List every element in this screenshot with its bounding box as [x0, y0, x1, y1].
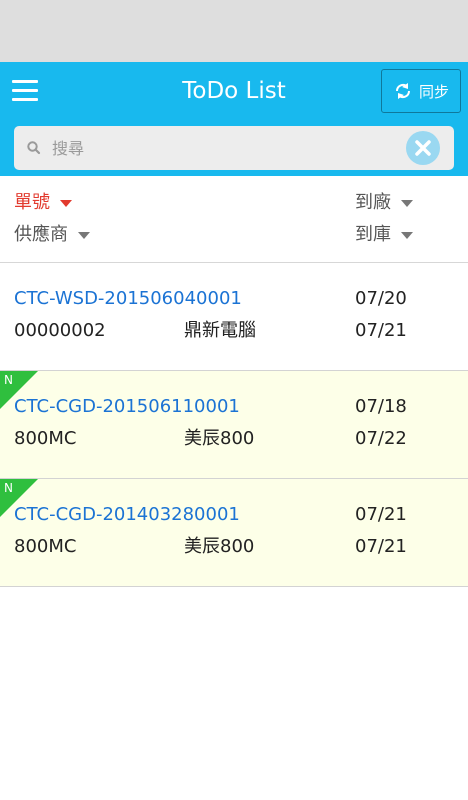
sort-desc-icon — [401, 199, 413, 207]
arrive-factory-date: 07/18 — [355, 396, 407, 417]
sync-button[interactable]: 同步 — [381, 69, 461, 113]
sort-supplier[interactable]: 供應商 — [14, 223, 90, 247]
sort-arrive-warehouse[interactable]: 到庫 — [355, 223, 413, 247]
sort-order-no-label: 單號 — [14, 192, 50, 213]
sort-desc-icon — [401, 231, 413, 239]
supplier-code: 800MC — [14, 536, 77, 557]
clear-search-button[interactable] — [406, 131, 440, 165]
sort-arrive-warehouse-label: 到庫 — [355, 224, 391, 245]
sort-desc-icon — [60, 199, 72, 207]
order-number: CTC-CGD-201403280001 — [14, 504, 240, 525]
close-icon — [415, 140, 431, 156]
new-badge-label: N — [4, 373, 13, 387]
sort-arrive-factory[interactable]: 到廠 — [355, 191, 413, 215]
arrive-warehouse-date: 07/21 — [355, 536, 407, 557]
sync-icon — [395, 83, 410, 99]
supplier-code: 00000002 — [14, 320, 106, 341]
search-input[interactable] — [52, 132, 402, 164]
supplier-name: 美辰800 — [184, 428, 255, 449]
search-bar — [14, 126, 454, 170]
sort-order-no[interactable]: 單號 — [14, 191, 72, 215]
sort-bar: 單號 供應商 到廠 到庫 — [0, 177, 468, 263]
sync-label: 同步 — [418, 82, 449, 101]
order-number: CTC-WSD-201506040001 — [14, 288, 242, 309]
list-item[interactable]: N CTC-CGD-201403280001 07/21 800MC 美辰800… — [0, 479, 468, 587]
supplier-code: 800MC — [14, 428, 77, 449]
sort-desc-icon — [78, 231, 90, 239]
arrive-warehouse-date: 07/22 — [355, 428, 407, 449]
arrive-factory-date: 07/20 — [355, 288, 407, 309]
status-bar — [0, 0, 468, 62]
list-item[interactable]: CTC-WSD-201506040001 07/20 00000002 鼎新電腦… — [0, 263, 468, 371]
supplier-name: 鼎新電腦 — [184, 320, 256, 341]
arrive-factory-date: 07/21 — [355, 504, 407, 525]
supplier-name: 美辰800 — [184, 536, 255, 557]
sort-supplier-label: 供應商 — [14, 224, 68, 245]
sort-arrive-factory-label: 到廠 — [355, 192, 391, 213]
order-number: CTC-CGD-201506110001 — [14, 396, 240, 417]
list-item[interactable]: N CTC-CGD-201506110001 07/18 800MC 美辰800… — [0, 371, 468, 479]
arrive-warehouse-date: 07/21 — [355, 320, 407, 341]
search-icon — [27, 141, 41, 155]
new-badge-label: N — [4, 481, 13, 495]
